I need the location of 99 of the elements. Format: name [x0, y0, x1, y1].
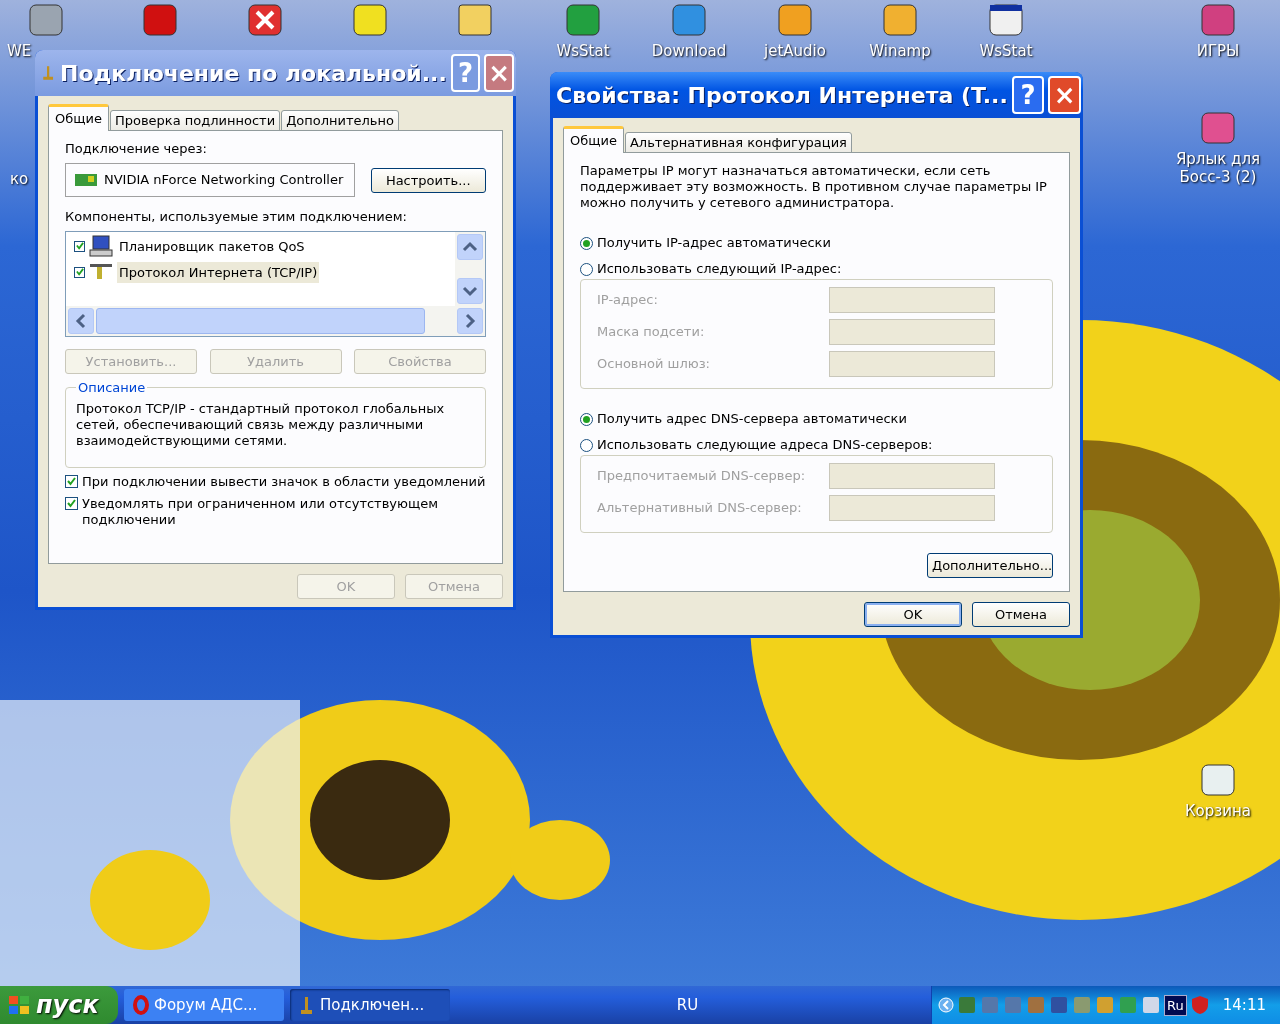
tray-icon[interactable] — [1118, 995, 1139, 1015]
desktop-icon-label[interactable]: Download — [651, 42, 727, 60]
letter-o-icon — [132, 995, 150, 1015]
ip-address-field[interactable] — [829, 319, 995, 345]
help-button[interactable]: ? — [450, 54, 481, 92]
window-title: Свойства: Протокол Интернета (T... — [556, 82, 1008, 108]
checkbox-label: При подключении вывести значок в области уведомлений — [82, 474, 486, 490]
tab[interactable]: Проверка подлинности — [109, 110, 281, 131]
tray-icon[interactable] — [1141, 995, 1162, 1015]
radio-button[interactable] — [580, 412, 593, 426]
radio-label: Получить IP-адрес автоматически — [597, 235, 831, 251]
checkmark-icon — [67, 499, 76, 508]
help-button[interactable]: ? — [1011, 76, 1045, 114]
radio-button[interactable] — [580, 236, 593, 250]
folder-icon — [457, 2, 493, 38]
clock: 14:11 — [1222, 996, 1266, 1014]
desktop-icon-label[interactable]: WE — [7, 42, 32, 60]
dialog-button[interactable]: OK — [864, 602, 962, 627]
list-item[interactable]: Планировщик пакетов QoS — [117, 235, 307, 257]
ip-address-field[interactable] — [829, 495, 995, 521]
app-icon — [565, 2, 601, 38]
field-label: Предпочитаемый DNS-сервер: — [597, 468, 807, 484]
checkmark-icon — [75, 242, 84, 250]
field-label: Основной шлюз: — [597, 356, 711, 372]
close-button[interactable]: × — [1048, 76, 1081, 114]
computer-icon — [89, 235, 113, 257]
scroll-up-button[interactable] — [457, 234, 483, 260]
field-label: Подключение через: — [65, 141, 208, 157]
desktop-icon-label[interactable]: jetAudio — [764, 42, 826, 60]
close-button[interactable]: × — [484, 54, 514, 92]
desktop-icon-label[interactable]: WsStat — [979, 42, 1033, 60]
network-card-icon — [74, 172, 98, 188]
configure-button[interactable]: Настроить... — [370, 167, 486, 193]
taskbar-button[interactable]: Форум АДС... — [124, 989, 284, 1021]
checkbox-label: Уведомлять при ограниченном или отсутствующем подключении — [82, 496, 440, 528]
field-label: Маска подсети: — [597, 324, 706, 340]
app-icon — [1200, 110, 1236, 146]
window-icon — [988, 2, 1024, 38]
windows-logo-icon — [8, 995, 30, 1015]
checkbox[interactable] — [65, 497, 78, 510]
group-title: Описание — [77, 380, 147, 395]
start-button[interactable]: пуск — [0, 986, 118, 1024]
x-mark-icon — [247, 2, 283, 38]
dialog-button[interactable]: Отмена — [972, 602, 1070, 627]
adapter-name: NVIDIA nForce Networking Controller — [104, 172, 344, 188]
recycle-bin-icon — [1200, 762, 1236, 798]
desktop-icon-label[interactable]: WsStat — [556, 42, 610, 60]
app-icon — [28, 2, 64, 38]
taskbar-button[interactable]: Подключен... — [290, 989, 450, 1021]
checkbox[interactable] — [74, 266, 85, 278]
desktop-icon-label[interactable]: Winamp — [869, 42, 931, 60]
desktop-icon-label[interactable]: ИГРЫ — [1196, 42, 1240, 60]
language-icon[interactable]: Ru — [1164, 994, 1187, 1016]
shield-icon[interactable] — [1189, 995, 1210, 1015]
tray-icon[interactable] — [1072, 995, 1093, 1015]
desktop-icon-label[interactable]: ко — [10, 170, 29, 188]
field-label: Альтернативный DNS-сервер: — [597, 500, 803, 516]
globe-icon — [671, 2, 707, 38]
ip-address-field[interactable] — [829, 351, 995, 377]
scroll-left-button[interactable] — [68, 308, 94, 334]
radio-label: Получить адрес DNS-сервера автоматически — [597, 411, 907, 427]
tab[interactable]: Общие — [48, 104, 109, 131]
tray-icon[interactable] — [980, 995, 1001, 1015]
tray-icon[interactable] — [1095, 995, 1116, 1015]
tab[interactable]: Общие — [563, 126, 624, 153]
desktop-icon-label[interactable]: Ярлык для Босс-3 (2) — [1168, 150, 1268, 186]
app-icon — [352, 2, 388, 38]
radio-button[interactable] — [580, 262, 593, 276]
radio-label: Использовать следующие адреса DNS-серверов: — [597, 437, 933, 453]
ip-address-field[interactable] — [829, 463, 995, 489]
description-text: Протокол TCP/IP - стандартный протокол глобальных сетей, обеспечивающий связь между различными взаимодействующими сетями. — [76, 401, 446, 450]
window-title: Подключение по локальной... — [60, 60, 447, 86]
advanced-button[interactable]: Дополнительно... — [927, 553, 1053, 578]
app-icon — [142, 2, 178, 38]
tray-icon[interactable] — [957, 995, 978, 1015]
ip-address-field[interactable] — [829, 287, 995, 313]
app-icon — [1200, 2, 1236, 38]
intro-text: Параметры IP могут назначаться автоматически, если сеть поддерживает эту возможность. В противном случае параметры IP можно получить у сетевого администратора. — [580, 163, 1048, 211]
tray-icon[interactable] — [1026, 995, 1047, 1015]
field-label: Компоненты, используемые этим подключением: — [65, 209, 408, 225]
tab[interactable]: Альтернативная конфигурация — [624, 132, 852, 153]
checkbox[interactable] — [65, 475, 78, 488]
radio-button[interactable] — [580, 438, 593, 452]
tray-icon[interactable] — [1003, 995, 1024, 1015]
app-icon — [882, 2, 918, 38]
radio-label: Использовать следующий IP-адрес: — [597, 261, 842, 277]
language-indicator[interactable]: RU — [676, 996, 699, 1014]
scroll-down-button[interactable] — [457, 278, 483, 304]
tab[interactable]: Дополнительно — [281, 110, 399, 131]
scroll-thumb[interactable] — [96, 308, 425, 334]
checkmark-icon — [67, 477, 76, 486]
tray-icon[interactable] — [1049, 995, 1070, 1015]
app-icon — [777, 2, 813, 38]
checkmark-icon — [75, 268, 84, 276]
scroll-right-button[interactable] — [457, 308, 483, 334]
list-item[interactable]: Протокол Интернета (TCP/IP) — [117, 261, 320, 283]
chevron-icon[interactable] — [938, 997, 955, 1013]
field-label: IP-адрес: — [597, 292, 659, 308]
checkbox[interactable] — [74, 240, 85, 252]
